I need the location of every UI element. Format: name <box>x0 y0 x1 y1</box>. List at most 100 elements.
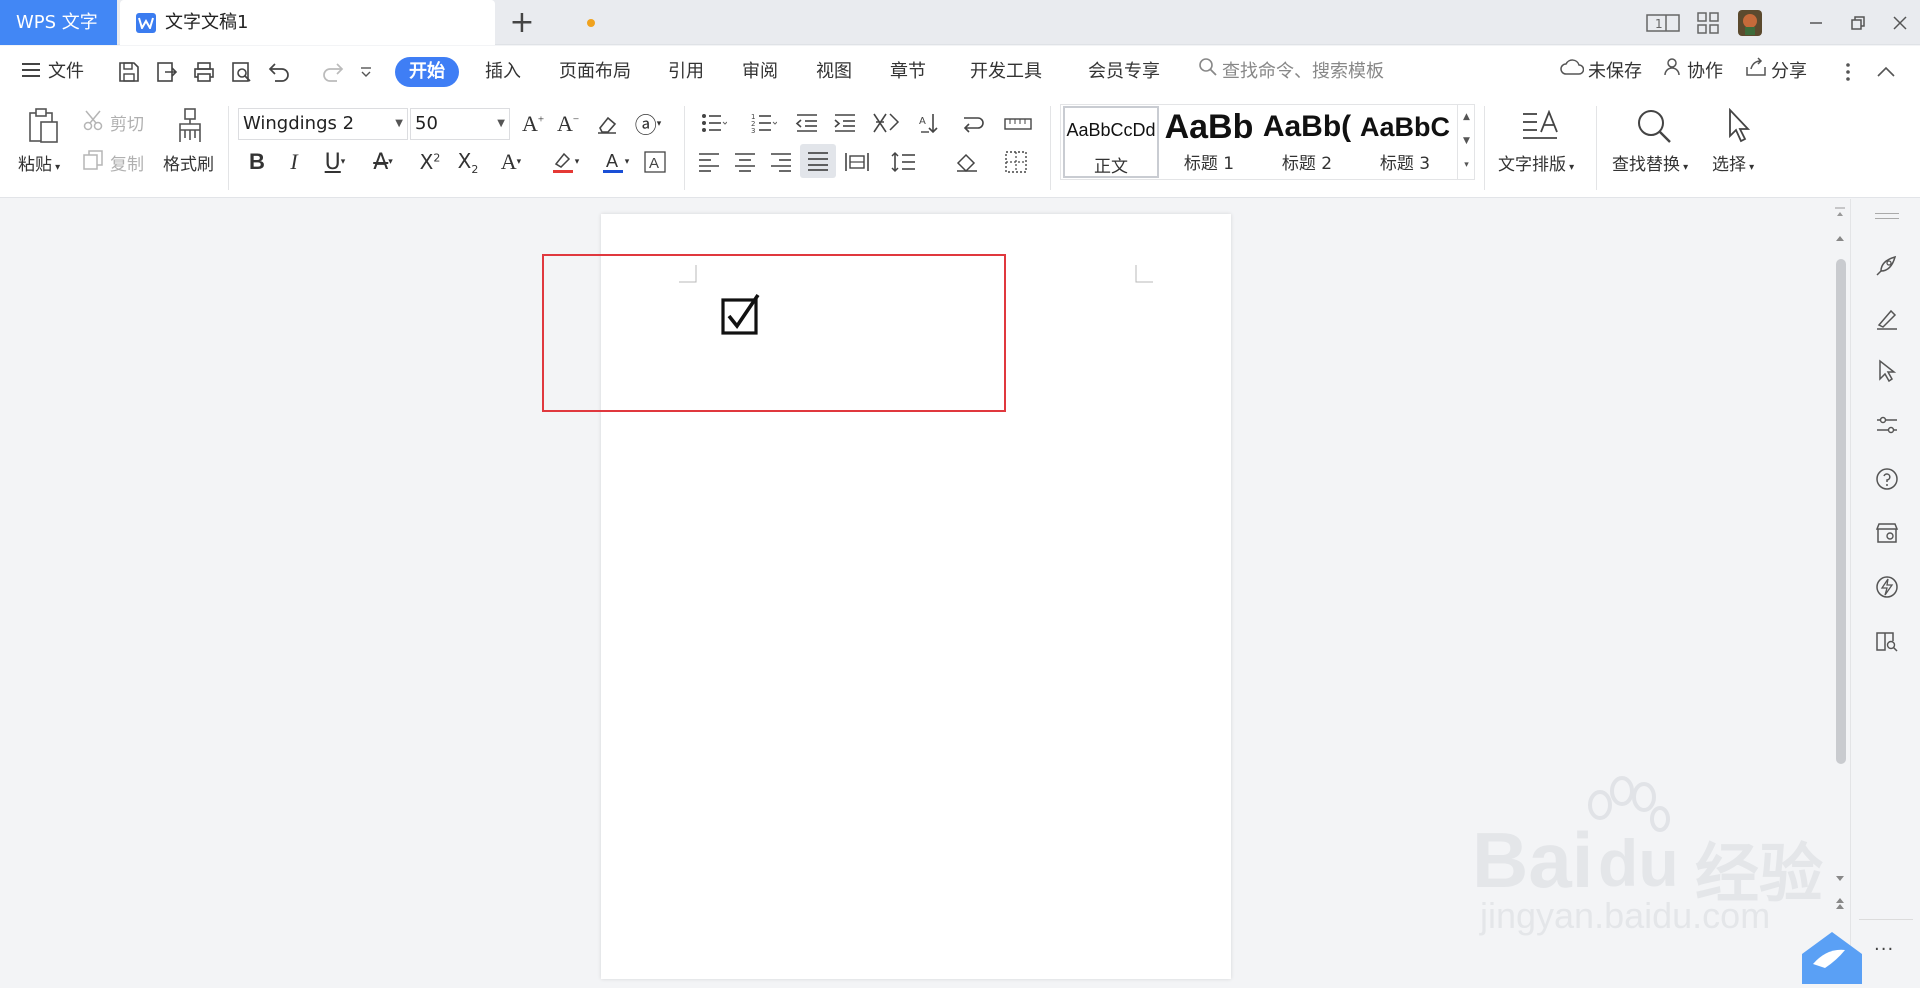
ruler-icon[interactable] <box>1002 108 1034 138</box>
app-tab[interactable]: WPS 文字 <box>0 0 117 45</box>
panel-handle-icon[interactable] <box>1875 213 1899 219</box>
highlight-color-button[interactable]: ▾ <box>544 146 586 178</box>
select-button[interactable]: 选择 ▾ <box>1712 150 1754 175</box>
font-color-button[interactable]: A ▾ <box>594 146 636 178</box>
strikethrough-button[interactable]: A ▾ <box>362 146 404 178</box>
minimize-button[interactable] <box>1793 0 1838 45</box>
book-search-icon[interactable] <box>1873 627 1901 655</box>
tab-view[interactable]: 视图 <box>816 46 852 98</box>
increase-indent-icon[interactable] <box>830 108 860 138</box>
lightning-icon[interactable] <box>1873 573 1901 601</box>
character-border-icon[interactable]: A <box>640 146 670 178</box>
shading-icon[interactable] <box>948 146 990 178</box>
split-view-icon[interactable] <box>1834 205 1846 219</box>
undo-icon[interactable] <box>266 58 294 86</box>
decrease-font-icon[interactable]: A− <box>553 108 583 140</box>
store-icon[interactable] <box>1873 519 1901 547</box>
style-heading-3[interactable]: AaBbC 标题 3 <box>1357 105 1453 179</box>
bold-button[interactable]: B <box>242 146 272 178</box>
save-icon[interactable] <box>115 58 143 86</box>
styles-scroll[interactable]: ▲ ▼ ▾ <box>1457 105 1475 179</box>
share-button[interactable]: 分享 <box>1745 46 1807 98</box>
paste-icon[interactable] <box>18 106 68 146</box>
document-tab[interactable]: 文字文稿1 <box>120 0 595 45</box>
tab-references[interactable]: 引用 <box>668 46 704 98</box>
sort-icon[interactable]: A <box>916 108 946 138</box>
collaborate-button[interactable]: 协作 <box>1663 46 1723 98</box>
increase-font-icon[interactable]: A+ <box>518 108 548 140</box>
help-icon[interactable] <box>1873 465 1901 493</box>
style-heading-1[interactable]: AaBb 标题 1 <box>1161 105 1257 179</box>
grid-apps-icon[interactable] <box>1693 8 1723 38</box>
redo-icon[interactable] <box>318 58 346 86</box>
title-bar: WPS 文字 文字文稿1 + 1 <box>0 0 1920 45</box>
rocket-icon[interactable] <box>1873 251 1901 279</box>
new-tab-button[interactable]: + <box>505 5 539 40</box>
text-layout-icon[interactable] <box>1518 106 1562 146</box>
numbered-list-icon[interactable]: 123 <box>744 108 784 138</box>
tab-page-layout[interactable]: 页面布局 <box>559 46 631 98</box>
format-painter-icon[interactable] <box>170 106 210 146</box>
paragraph-mark-icon[interactable] <box>954 108 994 138</box>
chinese-layout-icon[interactable] <box>866 108 908 138</box>
text-effect-button[interactable]: A ▾ <box>490 146 532 178</box>
file-menu[interactable]: 文件 <box>22 46 84 98</box>
restore-button[interactable] <box>1835 0 1880 45</box>
command-search[interactable]: 查找命令、搜索模板 <box>1198 46 1384 98</box>
subscript-button[interactable]: X2 <box>452 146 484 178</box>
close-window-button[interactable] <box>1877 0 1920 45</box>
cut-button[interactable]: 剪切 <box>82 108 144 136</box>
previous-page-icon[interactable] <box>1835 896 1845 912</box>
copy-button[interactable]: 复制 <box>82 148 144 176</box>
magnifier-icon[interactable] <box>1632 106 1676 146</box>
print-icon[interactable] <box>190 58 218 86</box>
distributed-align-icon[interactable] <box>842 146 872 178</box>
collapse-ribbon-icon[interactable] <box>1872 58 1900 86</box>
italic-button[interactable]: I <box>279 146 309 178</box>
bullet-list-icon[interactable] <box>694 108 734 138</box>
sliders-icon[interactable] <box>1873 411 1901 439</box>
font-size-select[interactable]: 50 ▼ <box>410 108 510 140</box>
format-painter-label[interactable]: 格式刷 <box>163 150 214 175</box>
user-avatar[interactable] <box>1735 8 1765 38</box>
vertical-scrollbar[interactable] <box>1830 199 1850 979</box>
style-heading-2[interactable]: AaBb( 标题 2 <box>1259 105 1355 179</box>
align-right-icon[interactable] <box>766 146 796 178</box>
export-pdf-icon[interactable] <box>153 58 181 86</box>
tab-chapter[interactable]: 章节 <box>890 46 926 98</box>
print-preview-icon[interactable] <box>228 58 256 86</box>
more-options-icon[interactable] <box>1834 58 1862 86</box>
tab-insert[interactable]: 插入 <box>485 46 521 98</box>
customize-quick-access-icon[interactable] <box>352 58 380 86</box>
scroll-down-icon[interactable] <box>1835 875 1845 883</box>
clear-format-icon[interactable] <box>592 108 622 140</box>
align-left-icon[interactable] <box>694 146 724 178</box>
unsaved-status[interactable]: 未保存 <box>1560 46 1642 98</box>
style-normal[interactable]: AaBbCcDd 正文 <box>1063 106 1159 178</box>
borders-icon[interactable] <box>998 146 1040 178</box>
decrease-indent-icon[interactable] <box>792 108 822 138</box>
cursor-select-icon[interactable] <box>1722 106 1756 146</box>
scroll-up-icon[interactable] <box>1835 234 1845 242</box>
superscript-button[interactable]: X2 <box>414 146 446 178</box>
find-replace-button[interactable]: 查找替换 ▾ <box>1612 150 1688 175</box>
align-center-icon[interactable] <box>730 146 760 178</box>
font-name-select[interactable]: Wingdings 2 ▼ <box>238 108 408 140</box>
tab-member[interactable]: 会员专享 <box>1088 46 1160 98</box>
paste-button[interactable]: 粘贴 ▾ <box>18 150 60 175</box>
pen-icon[interactable] <box>1873 305 1901 333</box>
more-panel-button[interactable]: ··· <box>1874 939 1894 960</box>
line-spacing-icon[interactable] <box>884 146 926 178</box>
text-layout-button[interactable]: 文字排版 ▾ <box>1498 150 1574 175</box>
tab-developer-tools[interactable]: 开发工具 <box>970 46 1042 98</box>
justify-icon[interactable] <box>800 144 836 178</box>
underline-button[interactable]: U ▾ <box>314 146 356 178</box>
cursor-icon[interactable] <box>1873 357 1901 385</box>
tab-home[interactable]: 开始 <box>395 57 459 87</box>
tab-review[interactable]: 审阅 <box>742 46 778 98</box>
phonetic-guide-icon[interactable]: ⓐ ▾ <box>628 108 668 140</box>
floating-assistant-button[interactable] <box>1797 924 1867 984</box>
svg-text:A: A <box>649 155 659 172</box>
scrollbar-thumb[interactable] <box>1836 259 1846 764</box>
page-view-icon[interactable]: 1 <box>1643 8 1683 38</box>
